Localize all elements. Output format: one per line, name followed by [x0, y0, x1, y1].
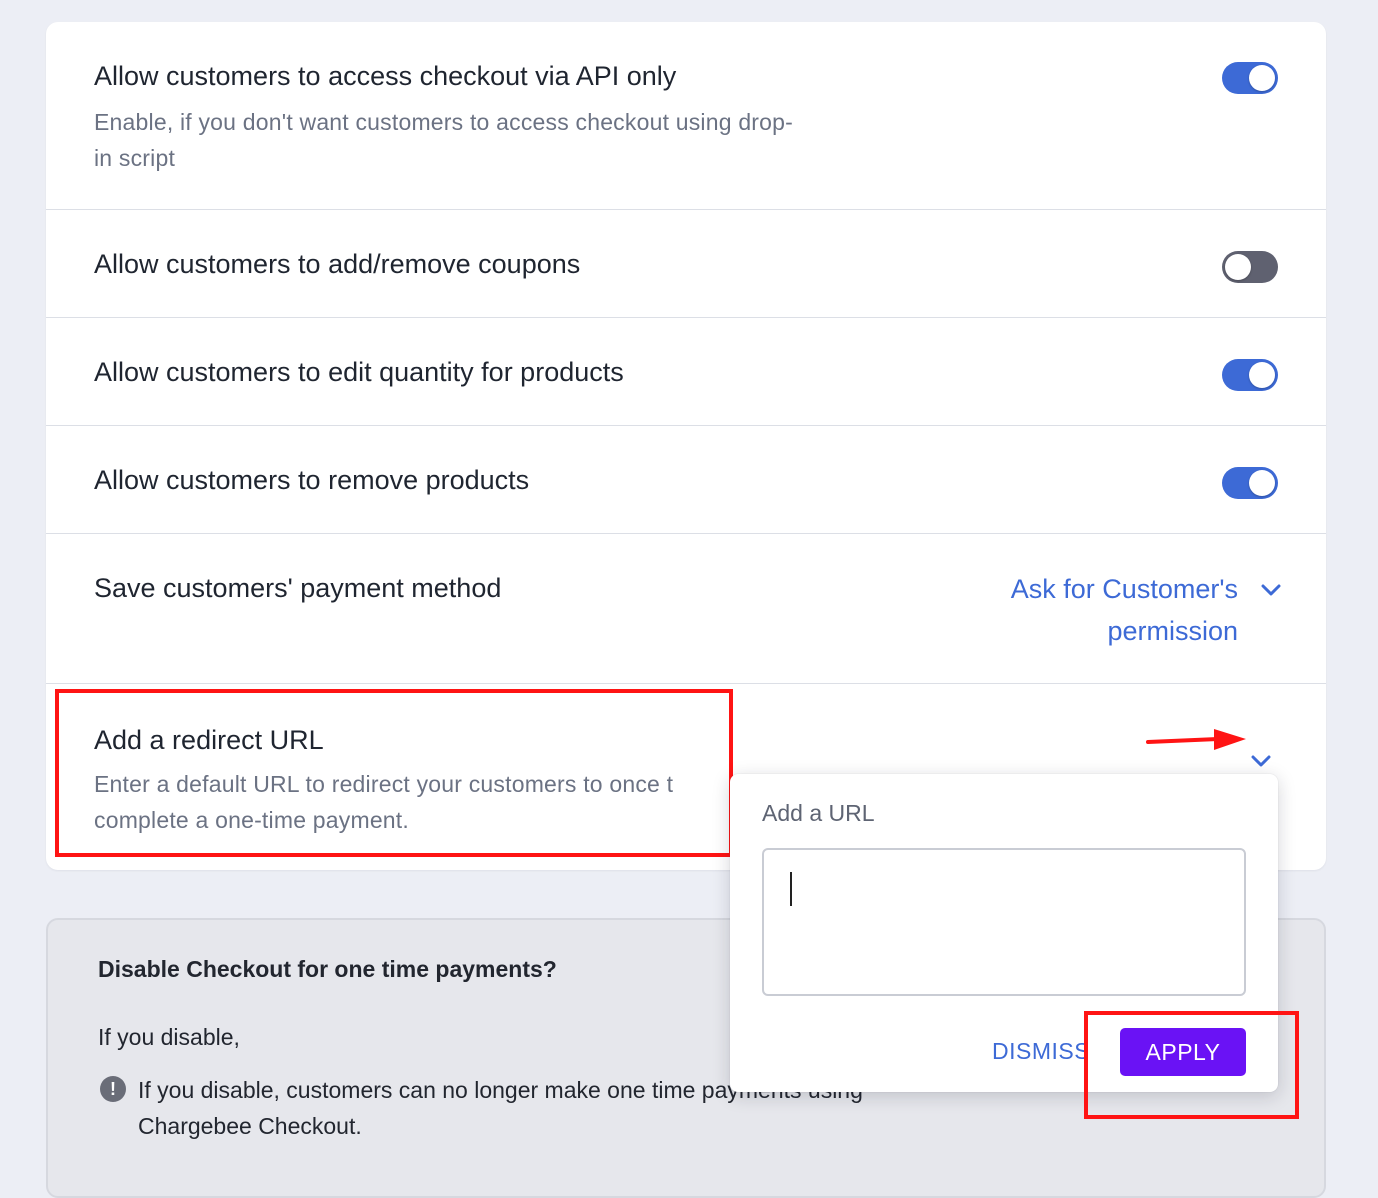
redirect-url-popover: Add a URL DISMISS APPLY [730, 774, 1278, 1092]
setting-title: Add a redirect URL [94, 725, 324, 755]
chevron-down-icon[interactable] [1260, 583, 1282, 597]
setting-row-api-only: Allow customers to access checkout via A… [46, 22, 1326, 210]
disable-checkout-subtitle: If you disable, [98, 1024, 240, 1050]
setting-title: Allow customers to add/remove coupons [94, 249, 581, 279]
info-icon: ! [100, 1076, 126, 1102]
dismiss-button[interactable]: DISMISS [992, 1038, 1088, 1065]
setting-title: Allow customers to edit quantity for pro… [94, 357, 624, 387]
annotation-arrow-icon [1146, 729, 1246, 750]
save-payment-dropdown[interactable]: Ask for Customer's permission [938, 568, 1238, 652]
toggle-knob [1249, 65, 1275, 91]
url-field-label: Add a URL [762, 800, 875, 826]
coupons-toggle[interactable] [1222, 251, 1278, 283]
text-caret [790, 872, 792, 906]
api-only-toggle[interactable] [1222, 62, 1278, 94]
settings-card: Allow customers to access checkout via A… [46, 22, 1326, 870]
setting-row-remove-products: Allow customers to remove products [46, 425, 1326, 533]
toggle-knob [1249, 362, 1275, 388]
setting-row-coupons: Allow customers to add/remove coupons [46, 209, 1326, 317]
disable-checkout-title: Disable Checkout for one time payments? [98, 956, 557, 982]
remove-products-toggle[interactable] [1222, 467, 1278, 499]
setting-title: Save customers' payment method [94, 573, 502, 603]
toggle-knob [1249, 470, 1275, 496]
setting-title: Allow customers to access checkout via A… [94, 61, 677, 91]
apply-button[interactable]: APPLY [1120, 1028, 1246, 1076]
chevron-down-icon[interactable] [1250, 754, 1272, 768]
setting-row-edit-quantity: Allow customers to edit quantity for pro… [46, 317, 1326, 425]
url-input[interactable] [762, 848, 1246, 996]
setting-title: Allow customers to remove products [94, 465, 530, 495]
setting-description: Enter a default URL to redirect your cus… [94, 771, 674, 833]
edit-quantity-toggle[interactable] [1222, 359, 1278, 391]
setting-description: Enable, if you don't want customers to a… [94, 109, 794, 171]
setting-row-save-payment: Save customers' payment method Ask for C… [46, 533, 1326, 683]
toggle-knob [1225, 254, 1251, 280]
